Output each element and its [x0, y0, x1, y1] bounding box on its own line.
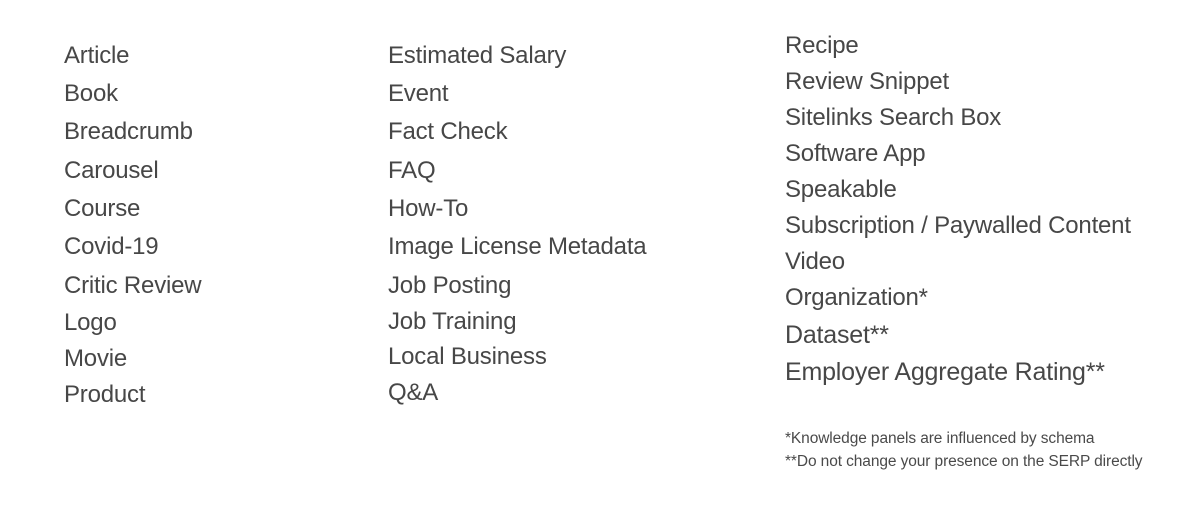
list-item: Movie [64, 345, 128, 372]
list-item: Q&A [388, 379, 439, 406]
list-item: FAQ [388, 157, 436, 184]
list-item: Fact Check [388, 118, 508, 145]
list-item: Software App [785, 140, 926, 167]
list-item: Book [64, 80, 118, 107]
list-item: Carousel [64, 157, 159, 184]
footnote-knowledge-panels: *Knowledge panels are influenced by sche… [785, 430, 1095, 447]
list-item: Image License Metadata [388, 233, 647, 260]
list-item: Estimated Salary [388, 42, 567, 69]
list-item: Organization* [785, 284, 928, 311]
list-item: Critic Review [64, 272, 202, 299]
list-item: Video [785, 248, 845, 275]
list-item: Subscription / Paywalled Content [785, 212, 1131, 239]
list-item: How-To [388, 195, 469, 222]
list-item: Article [64, 42, 130, 69]
list-item: Course [64, 195, 141, 222]
list-item: Product [64, 381, 146, 408]
list-item: Logo [64, 309, 117, 336]
list-item: Recipe [785, 32, 859, 59]
list-item: Job Posting [388, 272, 512, 299]
list-item: Covid-19 [64, 233, 159, 260]
list-item: Sitelinks Search Box [785, 104, 1002, 131]
list-item: Dataset** [785, 321, 889, 349]
list-item: Speakable [785, 176, 897, 203]
list-item: Job Training [388, 308, 517, 335]
list-item: Employer Aggregate Rating** [785, 358, 1105, 386]
footnote-serp-presence: **Do not change your presence on the SER… [785, 453, 1143, 470]
list-item: Breadcrumb [64, 118, 193, 145]
list-item: Review Snippet [785, 68, 949, 95]
list-item: Local Business [388, 343, 547, 370]
list-item: Event [388, 80, 449, 107]
